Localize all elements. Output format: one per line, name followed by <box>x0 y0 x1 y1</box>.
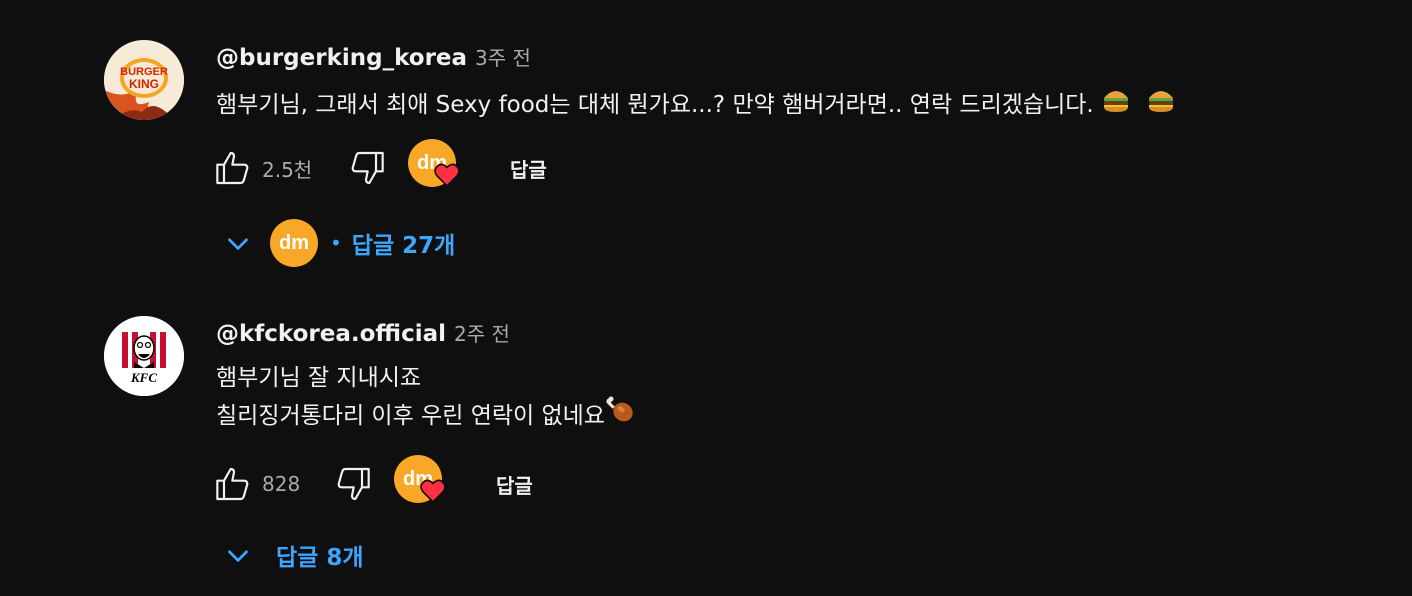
creator-heart-badge[interactable]: dm <box>408 139 460 189</box>
comment-text-line: 햄부기님, 그래서 최애 Sexy food는 대체 뭔가요...? 만약 햄버… <box>216 92 1102 118</box>
chevron-down-icon <box>227 550 249 563</box>
comment-text: 햄부기님, 그래서 최애 Sexy food는 대체 뭔가요...? 만약 햄버… <box>216 86 1176 125</box>
heart-icon <box>434 163 460 187</box>
author-avatar[interactable]: KFC <box>104 316 184 396</box>
kfc-logo-icon: KFC <box>104 316 184 396</box>
reply-button[interactable]: 답글 <box>484 462 545 507</box>
view-replies-button[interactable]: dm • 답글 27개 <box>222 218 455 268</box>
like-count: 2.5천 <box>262 157 313 182</box>
replies-count-label: 답글 27개 <box>351 233 456 259</box>
dislike-button[interactable] <box>344 146 388 190</box>
like-button[interactable] <box>212 146 256 190</box>
creator-heart-badge[interactable]: dm <box>394 455 446 505</box>
like-count: 828 <box>262 472 301 496</box>
svg-text:KFC: KFC <box>130 370 157 385</box>
comment-text-line: 칠리징거통다리 이후 우린 연락이 없네요 <box>216 403 605 429</box>
chevron-down-icon <box>227 238 249 251</box>
author-name[interactable]: @kfckorea.official <box>216 321 446 347</box>
like-button[interactable] <box>212 462 256 506</box>
creator-avatar-text: dm <box>279 231 309 254</box>
chicken-leg-emoji-icon <box>605 396 635 437</box>
comment-timestamp[interactable]: 3주 전 <box>475 42 531 71</box>
comment-action-bar: 2.5천 dm 답글 <box>212 139 612 191</box>
comment-action-bar: 828 dm 답글 <box>212 455 612 507</box>
thumbs-down-icon <box>337 467 370 501</box>
view-replies-button[interactable]: 답글 8개 <box>222 530 364 580</box>
burger-emoji-icon <box>1146 86 1176 125</box>
thumbs-down-icon <box>351 151 384 185</box>
svg-text:KING: KING <box>129 77 159 91</box>
thumbs-up-icon <box>216 151 249 185</box>
comment-text: 햄부기님 잘 지내시죠 칠리징거통다리 이후 우린 연락이 없네요 <box>216 360 635 437</box>
creator-avatar: dm <box>270 219 318 267</box>
reply-button[interactable]: 답글 <box>498 146 559 191</box>
author-name[interactable]: @burgerking_korea <box>216 45 467 71</box>
comment-header: @kfckorea.official 2주 전 <box>216 318 510 347</box>
separator-dot: • <box>330 231 342 255</box>
author-avatar[interactable]: BURGER KING <box>104 40 184 120</box>
comment-header: @burgerking_korea 3주 전 <box>216 42 531 71</box>
replies-count-label: 답글 8개 <box>276 545 364 571</box>
burger-emoji-icon <box>1101 86 1131 125</box>
thumbs-up-icon <box>216 467 249 501</box>
dislike-button[interactable] <box>330 462 374 506</box>
comment-text-line-wrap: 칠리징거통다리 이후 우린 연락이 없네요 <box>216 396 635 437</box>
heart-icon <box>420 479 446 503</box>
comment-text-line: 햄부기님 잘 지내시죠 <box>216 365 422 391</box>
comment-timestamp[interactable]: 2주 전 <box>454 318 510 347</box>
burger-king-logo-icon: BURGER KING <box>104 40 184 120</box>
